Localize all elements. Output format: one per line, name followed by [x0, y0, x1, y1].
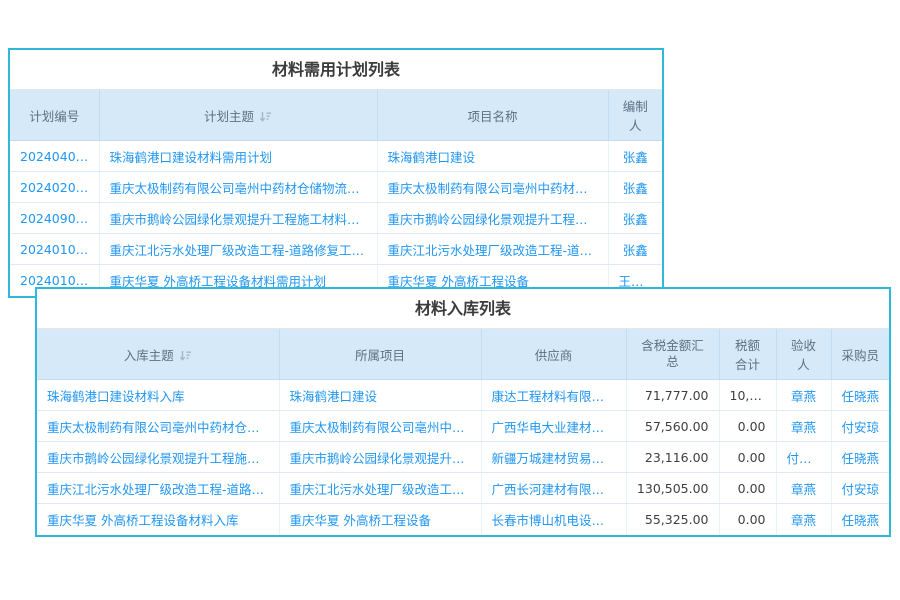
inbound-col-header-amount: 含税金额汇总	[626, 329, 719, 380]
inbound-cell-project[interactable]: 重庆市鹅岭公园绿化景观提升工程施工	[279, 442, 481, 473]
inbound-col-header-inspector: 验收人	[776, 329, 831, 380]
plan-cell-author: 张鑫	[608, 141, 662, 172]
inbound-cell-project[interactable]: 珠海鹤港口建设	[279, 380, 481, 411]
inbound-cell-supplier[interactable]: 长春市博山机电设备有限公司	[481, 504, 626, 535]
sort-icon[interactable]	[259, 110, 272, 123]
plan-cell-author: 张鑫	[608, 234, 662, 265]
inbound-table-body: 珠海鹤港口建设材料入库 珠海鹤港口建设 康达工程材料有限公司 71,777.00…	[37, 380, 889, 535]
plan-cell-project[interactable]: 重庆市鹅岭公园绿化景观提升工程施工	[377, 203, 608, 234]
plan-col-header-subject-label: 计划主题	[204, 109, 254, 124]
plan-cell-no[interactable]: 2024090001	[10, 203, 99, 234]
inbound-cell-project[interactable]: 重庆太极制药有限公司亳州中药材仓...	[279, 411, 481, 442]
inbound-table-row[interactable]: 重庆太极制药有限公司亳州中药材仓储物流基... 重庆太极制药有限公司亳州中药材仓…	[37, 411, 889, 442]
inbound-col-header-supplier: 供应商	[481, 329, 626, 380]
inbound-table-row[interactable]: 重庆市鹅岭公园绿化景观提升工程施工材料入库 重庆市鹅岭公园绿化景观提升工程施工 …	[37, 442, 889, 473]
plan-cell-project[interactable]: 重庆太极制药有限公司亳州中药材仓储物流...	[377, 172, 608, 203]
inbound-cell-project[interactable]: 重庆华夏 外高桥工程设备	[279, 504, 481, 535]
plan-cell-project[interactable]: 珠海鹤港口建设	[377, 141, 608, 172]
inbound-cell-subject[interactable]: 重庆市鹅岭公园绿化景观提升工程施工材料入库	[37, 442, 279, 473]
inbound-cell-buyer: 付安琼	[831, 411, 889, 442]
material-plan-list-card: 材料需用计划列表 计划编号 计划主题 项目名称 编制人 2024040003 珠…	[8, 48, 664, 298]
inbound-cell-tax: 0.00	[719, 411, 776, 442]
inbound-cell-buyer: 任晓燕	[831, 504, 889, 535]
inbound-cell-amount: 23,116.00	[626, 442, 719, 473]
inbound-cell-inspector: 章燕	[776, 411, 831, 442]
inbound-cell-tax: 10,42...	[719, 380, 776, 411]
inbound-col-header-subject[interactable]: 入库主题	[37, 329, 279, 380]
inbound-col-header-amount-label: 含税金额汇总	[640, 338, 706, 371]
plan-cell-no[interactable]: 2024020004	[10, 172, 99, 203]
inbound-cell-inspector: 章燕	[776, 504, 831, 535]
plan-col-header-project: 项目名称	[377, 90, 608, 141]
inbound-col-header-tax: 税额合计	[719, 329, 776, 380]
plan-cell-subject[interactable]: 重庆太极制药有限公司亳州中药材仓储物流基地项目...	[99, 172, 377, 203]
inbound-cell-tax: 0.00	[719, 473, 776, 504]
plan-table-row[interactable]: 2024090001 重庆市鹅岭公园绿化景观提升工程施工材料需用计划 重庆市鹅岭…	[10, 203, 662, 234]
plan-cell-subject[interactable]: 重庆江北污水处理厂级改造工程-道路修复工程主要材料	[99, 234, 377, 265]
plan-col-header-no: 计划编号	[10, 90, 99, 141]
inbound-cell-subject[interactable]: 珠海鹤港口建设材料入库	[37, 380, 279, 411]
plan-col-header-subject[interactable]: 计划主题	[99, 90, 377, 141]
inbound-cell-inspector: 章燕	[776, 473, 831, 504]
plan-table-row[interactable]: 2024010011 重庆江北污水处理厂级改造工程-道路修复工程主要材料 重庆江…	[10, 234, 662, 265]
inbound-cell-amount: 55,325.00	[626, 504, 719, 535]
inbound-cell-inspector: 付安琼	[776, 442, 831, 473]
inbound-table-row[interactable]: 重庆华夏 外高桥工程设备材料入库 重庆华夏 外高桥工程设备 长春市博山机电设备有…	[37, 504, 889, 535]
plan-cell-author: 张鑫	[608, 172, 662, 203]
inbound-cell-supplier[interactable]: 广西华电大业建材有限公司	[481, 411, 626, 442]
inbound-cell-buyer: 付安琼	[831, 473, 889, 504]
plan-cell-no[interactable]: 2024040003	[10, 141, 99, 172]
inbound-cell-amount: 57,560.00	[626, 411, 719, 442]
inbound-cell-buyer: 任晓燕	[831, 380, 889, 411]
inbound-col-header-project: 所属项目	[279, 329, 481, 380]
inbound-table-row[interactable]: 重庆江北污水处理厂级改造工程-道路修复工程... 重庆江北污水处理厂级改造工程-…	[37, 473, 889, 504]
material-inbound-list-card: 材料入库列表 入库主题 所属项目 供应商 含税金额汇总 税额合计 验收人 采购员…	[35, 287, 891, 537]
plan-table: 计划编号 计划主题 项目名称 编制人 2024040003 珠海鹤港口建设材料需…	[10, 90, 662, 296]
plan-list-title: 材料需用计划列表	[10, 50, 662, 90]
inbound-cell-tax: 0.00	[719, 504, 776, 535]
inbound-cell-tax: 0.00	[719, 442, 776, 473]
plan-table-row[interactable]: 2024020004 重庆太极制药有限公司亳州中药材仓储物流基地项目... 重庆…	[10, 172, 662, 203]
inbound-table-header-row: 入库主题 所属项目 供应商 含税金额汇总 税额合计 验收人 采购员	[37, 329, 889, 380]
inbound-cell-project[interactable]: 重庆江北污水处理厂级改造工程-道路...	[279, 473, 481, 504]
sort-icon[interactable]	[179, 349, 192, 362]
plan-table-header-row: 计划编号 计划主题 项目名称 编制人	[10, 90, 662, 141]
plan-table-body: 2024040003 珠海鹤港口建设材料需用计划 珠海鹤港口建设 张鑫 2024…	[10, 141, 662, 296]
plan-cell-project[interactable]: 重庆江北污水处理厂级改造工程-道路修复工程	[377, 234, 608, 265]
inbound-table: 入库主题 所属项目 供应商 含税金额汇总 税额合计 验收人 采购员 珠海鹤港口建…	[37, 329, 889, 535]
inbound-table-row[interactable]: 珠海鹤港口建设材料入库 珠海鹤港口建设 康达工程材料有限公司 71,777.00…	[37, 380, 889, 411]
inbound-cell-supplier[interactable]: 广西长河建材有限公司	[481, 473, 626, 504]
plan-col-header-author: 编制人	[608, 90, 662, 141]
inbound-cell-subject[interactable]: 重庆太极制药有限公司亳州中药材仓储物流基...	[37, 411, 279, 442]
inbound-cell-supplier[interactable]: 康达工程材料有限公司	[481, 380, 626, 411]
inbound-cell-buyer: 任晓燕	[831, 442, 889, 473]
inbound-cell-amount: 130,505.00	[626, 473, 719, 504]
inbound-cell-amount: 71,777.00	[626, 380, 719, 411]
plan-table-row[interactable]: 2024040003 珠海鹤港口建设材料需用计划 珠海鹤港口建设 张鑫	[10, 141, 662, 172]
plan-cell-subject[interactable]: 珠海鹤港口建设材料需用计划	[99, 141, 377, 172]
inbound-col-header-buyer: 采购员	[831, 329, 889, 380]
plan-cell-author: 张鑫	[608, 203, 662, 234]
inbound-cell-subject[interactable]: 重庆华夏 外高桥工程设备材料入库	[37, 504, 279, 535]
plan-cell-no[interactable]: 2024010011	[10, 234, 99, 265]
inbound-col-header-subject-label: 入库主题	[124, 348, 174, 363]
inbound-cell-supplier[interactable]: 新疆万城建材贸易有限公司	[481, 442, 626, 473]
inbound-list-title: 材料入库列表	[37, 289, 889, 329]
inbound-cell-inspector: 章燕	[776, 380, 831, 411]
inbound-cell-subject[interactable]: 重庆江北污水处理厂级改造工程-道路修复工程...	[37, 473, 279, 504]
plan-cell-subject[interactable]: 重庆市鹅岭公园绿化景观提升工程施工材料需用计划	[99, 203, 377, 234]
